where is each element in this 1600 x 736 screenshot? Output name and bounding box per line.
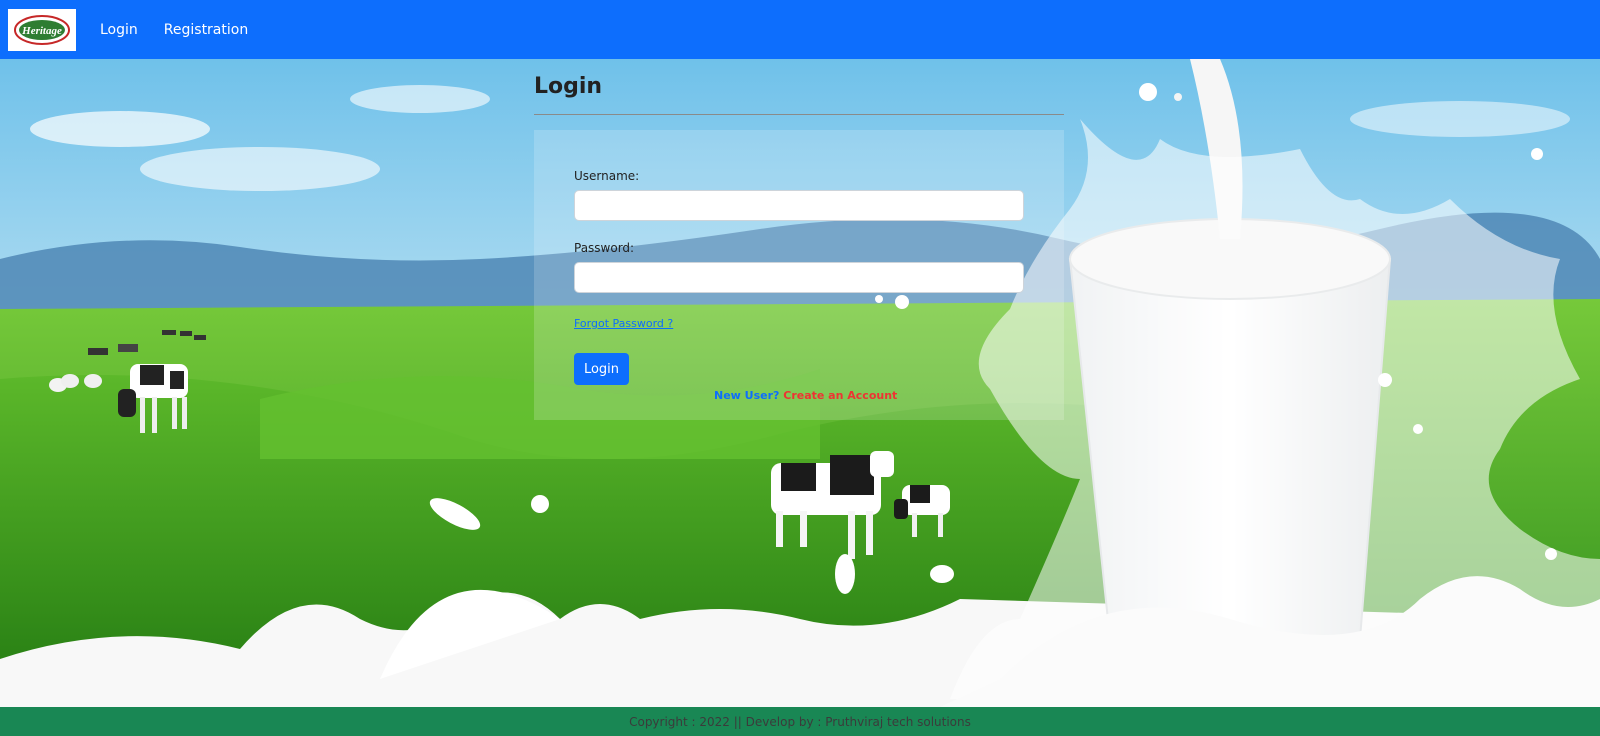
- nav-registration-link[interactable]: Registration: [164, 22, 248, 38]
- heritage-logo-icon: Heritage: [14, 14, 70, 45]
- top-navbar: Heritage Login Registration: [0, 0, 1600, 59]
- create-account-link[interactable]: Create an Account: [783, 389, 897, 402]
- new-user-row: New User? Create an Account: [714, 389, 897, 402]
- login-heading: Login: [534, 74, 603, 99]
- nav-login-link[interactable]: Login: [100, 22, 138, 38]
- heading-divider: [534, 114, 1064, 115]
- svg-text:Heritage: Heritage: [21, 25, 62, 37]
- password-label: Password:: [574, 241, 635, 255]
- heritage-logo[interactable]: Heritage: [8, 8, 76, 51]
- username-input[interactable]: [574, 190, 1024, 221]
- page-footer: Copyright : 2022 || Develop by : Pruthvi…: [0, 707, 1600, 736]
- username-label: Username:: [574, 169, 640, 183]
- footer-copyright: Copyright : 2022 || Develop by : Pruthvi…: [629, 714, 971, 729]
- new-user-text: New User?: [714, 389, 780, 402]
- login-submit-button[interactable]: Login: [574, 353, 629, 385]
- forgot-password-link[interactable]: Forgot Password ?: [574, 317, 673, 330]
- password-input[interactable]: [574, 262, 1024, 293]
